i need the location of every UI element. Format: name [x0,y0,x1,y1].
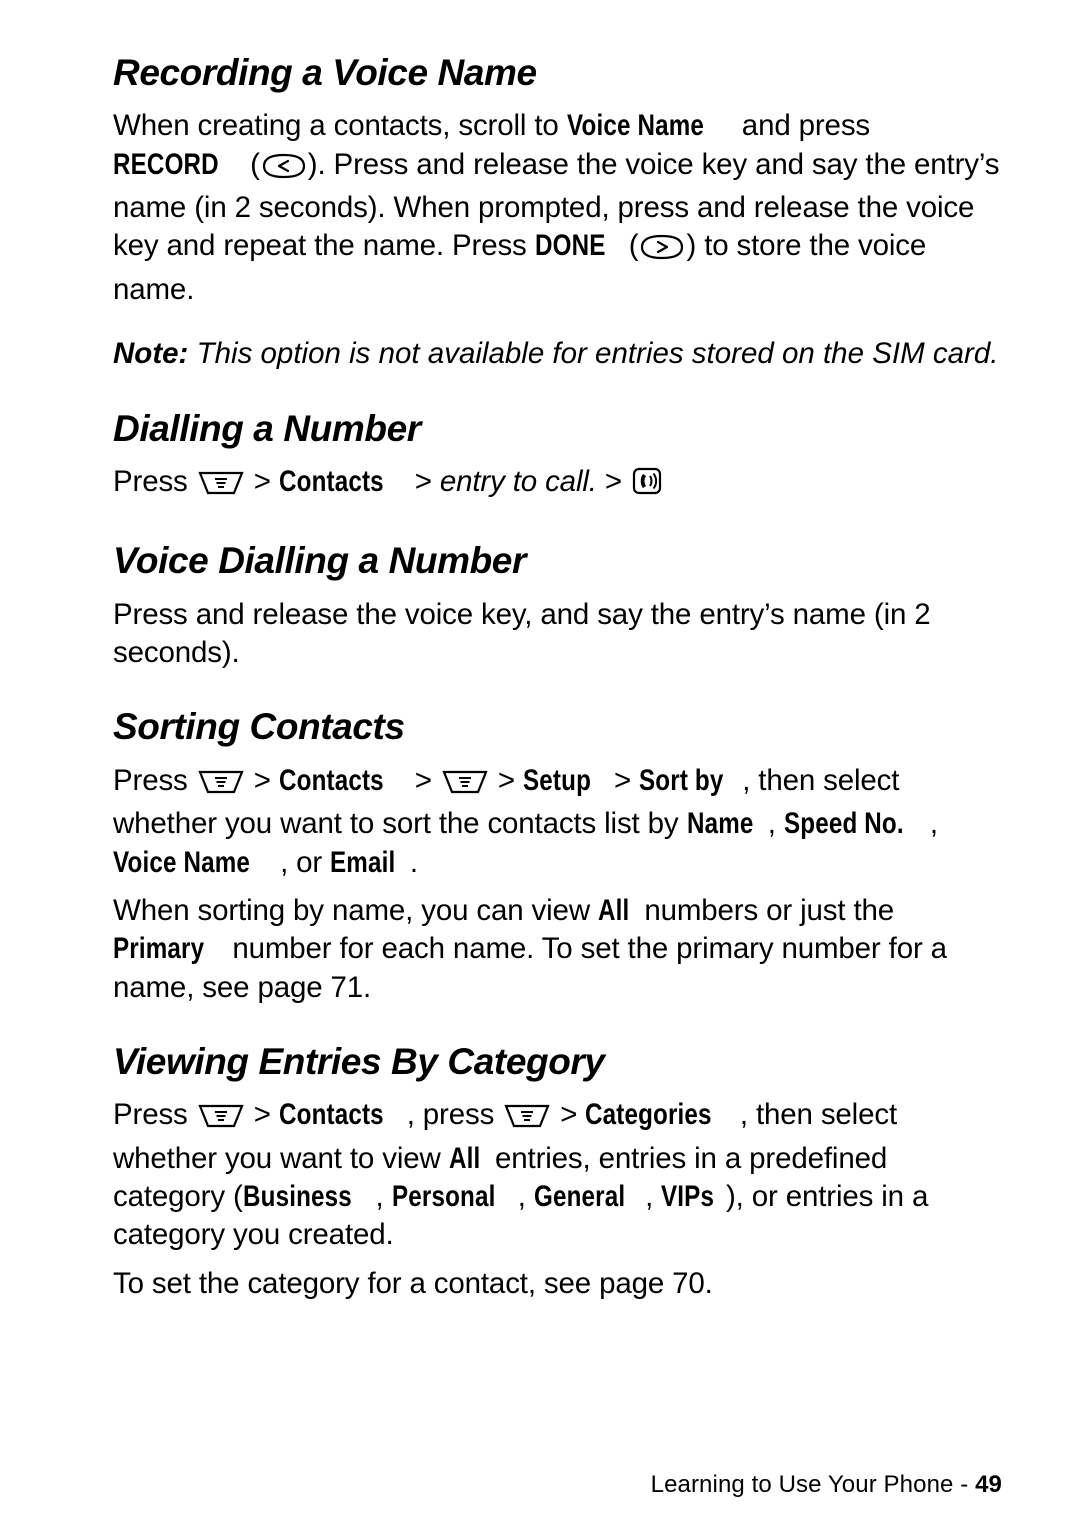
text-run: , [375,1180,392,1214]
ui-term: VIPs [661,1180,715,1214]
ui-term: Contacts [278,1098,384,1132]
text-run: When creating a contacts, scroll to [113,109,567,143]
paragraph-sorting-press: Press > Contacts > > Setup > Sort by, th… [113,762,1003,882]
section-heading: Dialling a Number [113,407,421,449]
text-run: , [767,807,784,841]
softkey-right-icon [640,232,684,270]
manual-page: Recording a Voice Name When creating a co… [0,0,1080,1525]
ui-term: Personal [391,1180,496,1214]
text-run: > [489,763,524,797]
ui-term: All [448,1141,481,1175]
text-run: ( [242,147,260,181]
text-run: , [645,1180,662,1214]
page-footer: Learning to Use Your Phone - 49 [0,1471,1080,1499]
menu-key-icon [198,767,244,805]
text-run: and press [733,109,871,143]
note-block: Note: This option is not available for e… [113,335,1003,373]
text-run: > [552,1098,586,1132]
text-run: > [245,464,279,498]
ui-term: Contacts [278,464,384,498]
ui-term: DONE [534,229,606,263]
ui-term: Sort by [639,763,724,797]
ui-term: All [598,893,630,927]
send-key-icon [632,466,662,506]
section-heading: Recording a Voice Name [113,52,537,93]
text-run: Press [113,763,196,797]
text-run: numbers or just the [636,893,895,927]
text-run: When sorting by name, you can view [113,893,599,927]
text-run: Press [113,1098,196,1132]
ui-term: Voice Name [113,845,250,879]
ui-term: Business [242,1180,352,1214]
section-recording-a-voice-name: Recording a Voice Name When creating a co… [113,52,1003,374]
text-run: To set the category for a contact, see p… [113,1266,713,1300]
text-run: > [245,763,279,797]
ui-term: Speed No. [783,807,904,841]
menu-key-icon [504,1101,550,1139]
footer-page-number: 49 [975,1471,1002,1498]
ui-term: Email [330,845,396,879]
ui-term: Primary [113,932,205,966]
note-text: This option is not available for entries… [188,337,999,371]
ui-term: Categories [585,1098,713,1132]
text-run: > [596,464,630,498]
text-run: > [406,464,440,498]
section-heading: Voice Dialling a Number [113,540,526,582]
page-content: Recording a Voice Name When creating a co… [113,52,1003,1303]
softkey-left-icon [262,151,306,189]
text-run: ( [620,229,639,263]
section-viewing-entries-by-category: Viewing Entries By Category Press > Conta… [113,1041,1003,1303]
text-run: , press [406,1098,503,1132]
text-run: number for each name. To set the primary… [113,932,947,1004]
menu-key-icon [442,767,488,805]
section-sorting-contacts: Sorting Contacts Press > Contacts > > Set… [113,706,1003,1007]
menu-key-icon [198,468,244,506]
ui-term: Voice Name [566,109,704,143]
text-run: Press [113,464,196,498]
footer-label: Learning to Use Your Phone - [650,1471,976,1498]
paragraph-viewing-category-set: To set the category for a contact, see p… [113,1265,1003,1303]
ui-term: RECORD [113,147,219,181]
text-run: , [517,1180,534,1214]
section-voice-dialling-a-number: Voice Dialling a Number Press and release… [113,540,1003,672]
ui-term: Setup [523,763,592,797]
paragraph-viewing-press: Press > Contacts, press > Categories, th… [113,1096,1003,1254]
note-label: Note: [113,337,189,371]
text-run: > [406,763,440,797]
paragraph-recording-intro: When creating a contacts, scroll to Voic… [113,107,1003,309]
text-run: . [409,845,418,879]
text-run: > [245,1098,279,1132]
paragraph-voice-dialling-body: Press and release the voice key, and say… [113,596,1003,673]
text-run: > [605,763,640,797]
paragraph-sorting-primary: When sorting by name, you can view All n… [113,892,1003,1007]
section-heading: Viewing Entries By Category [113,1040,605,1082]
menu-key-icon [198,1101,244,1139]
ui-term: Name [686,807,754,841]
text-run: , [929,807,938,841]
ui-term: General [533,1180,626,1214]
paragraph-dialling-press: Press > Contacts > entry to call. > [113,463,1003,506]
section-dialling-a-number: Dialling a Number Press > Contacts > entr… [113,408,1003,507]
text-run: Press and release the voice key, and say… [113,597,931,670]
text-run: , or [280,845,331,879]
section-heading: Sorting Contacts [113,706,405,748]
ui-term: Contacts [278,763,384,797]
emphasis-text: entry to call. [439,464,597,498]
